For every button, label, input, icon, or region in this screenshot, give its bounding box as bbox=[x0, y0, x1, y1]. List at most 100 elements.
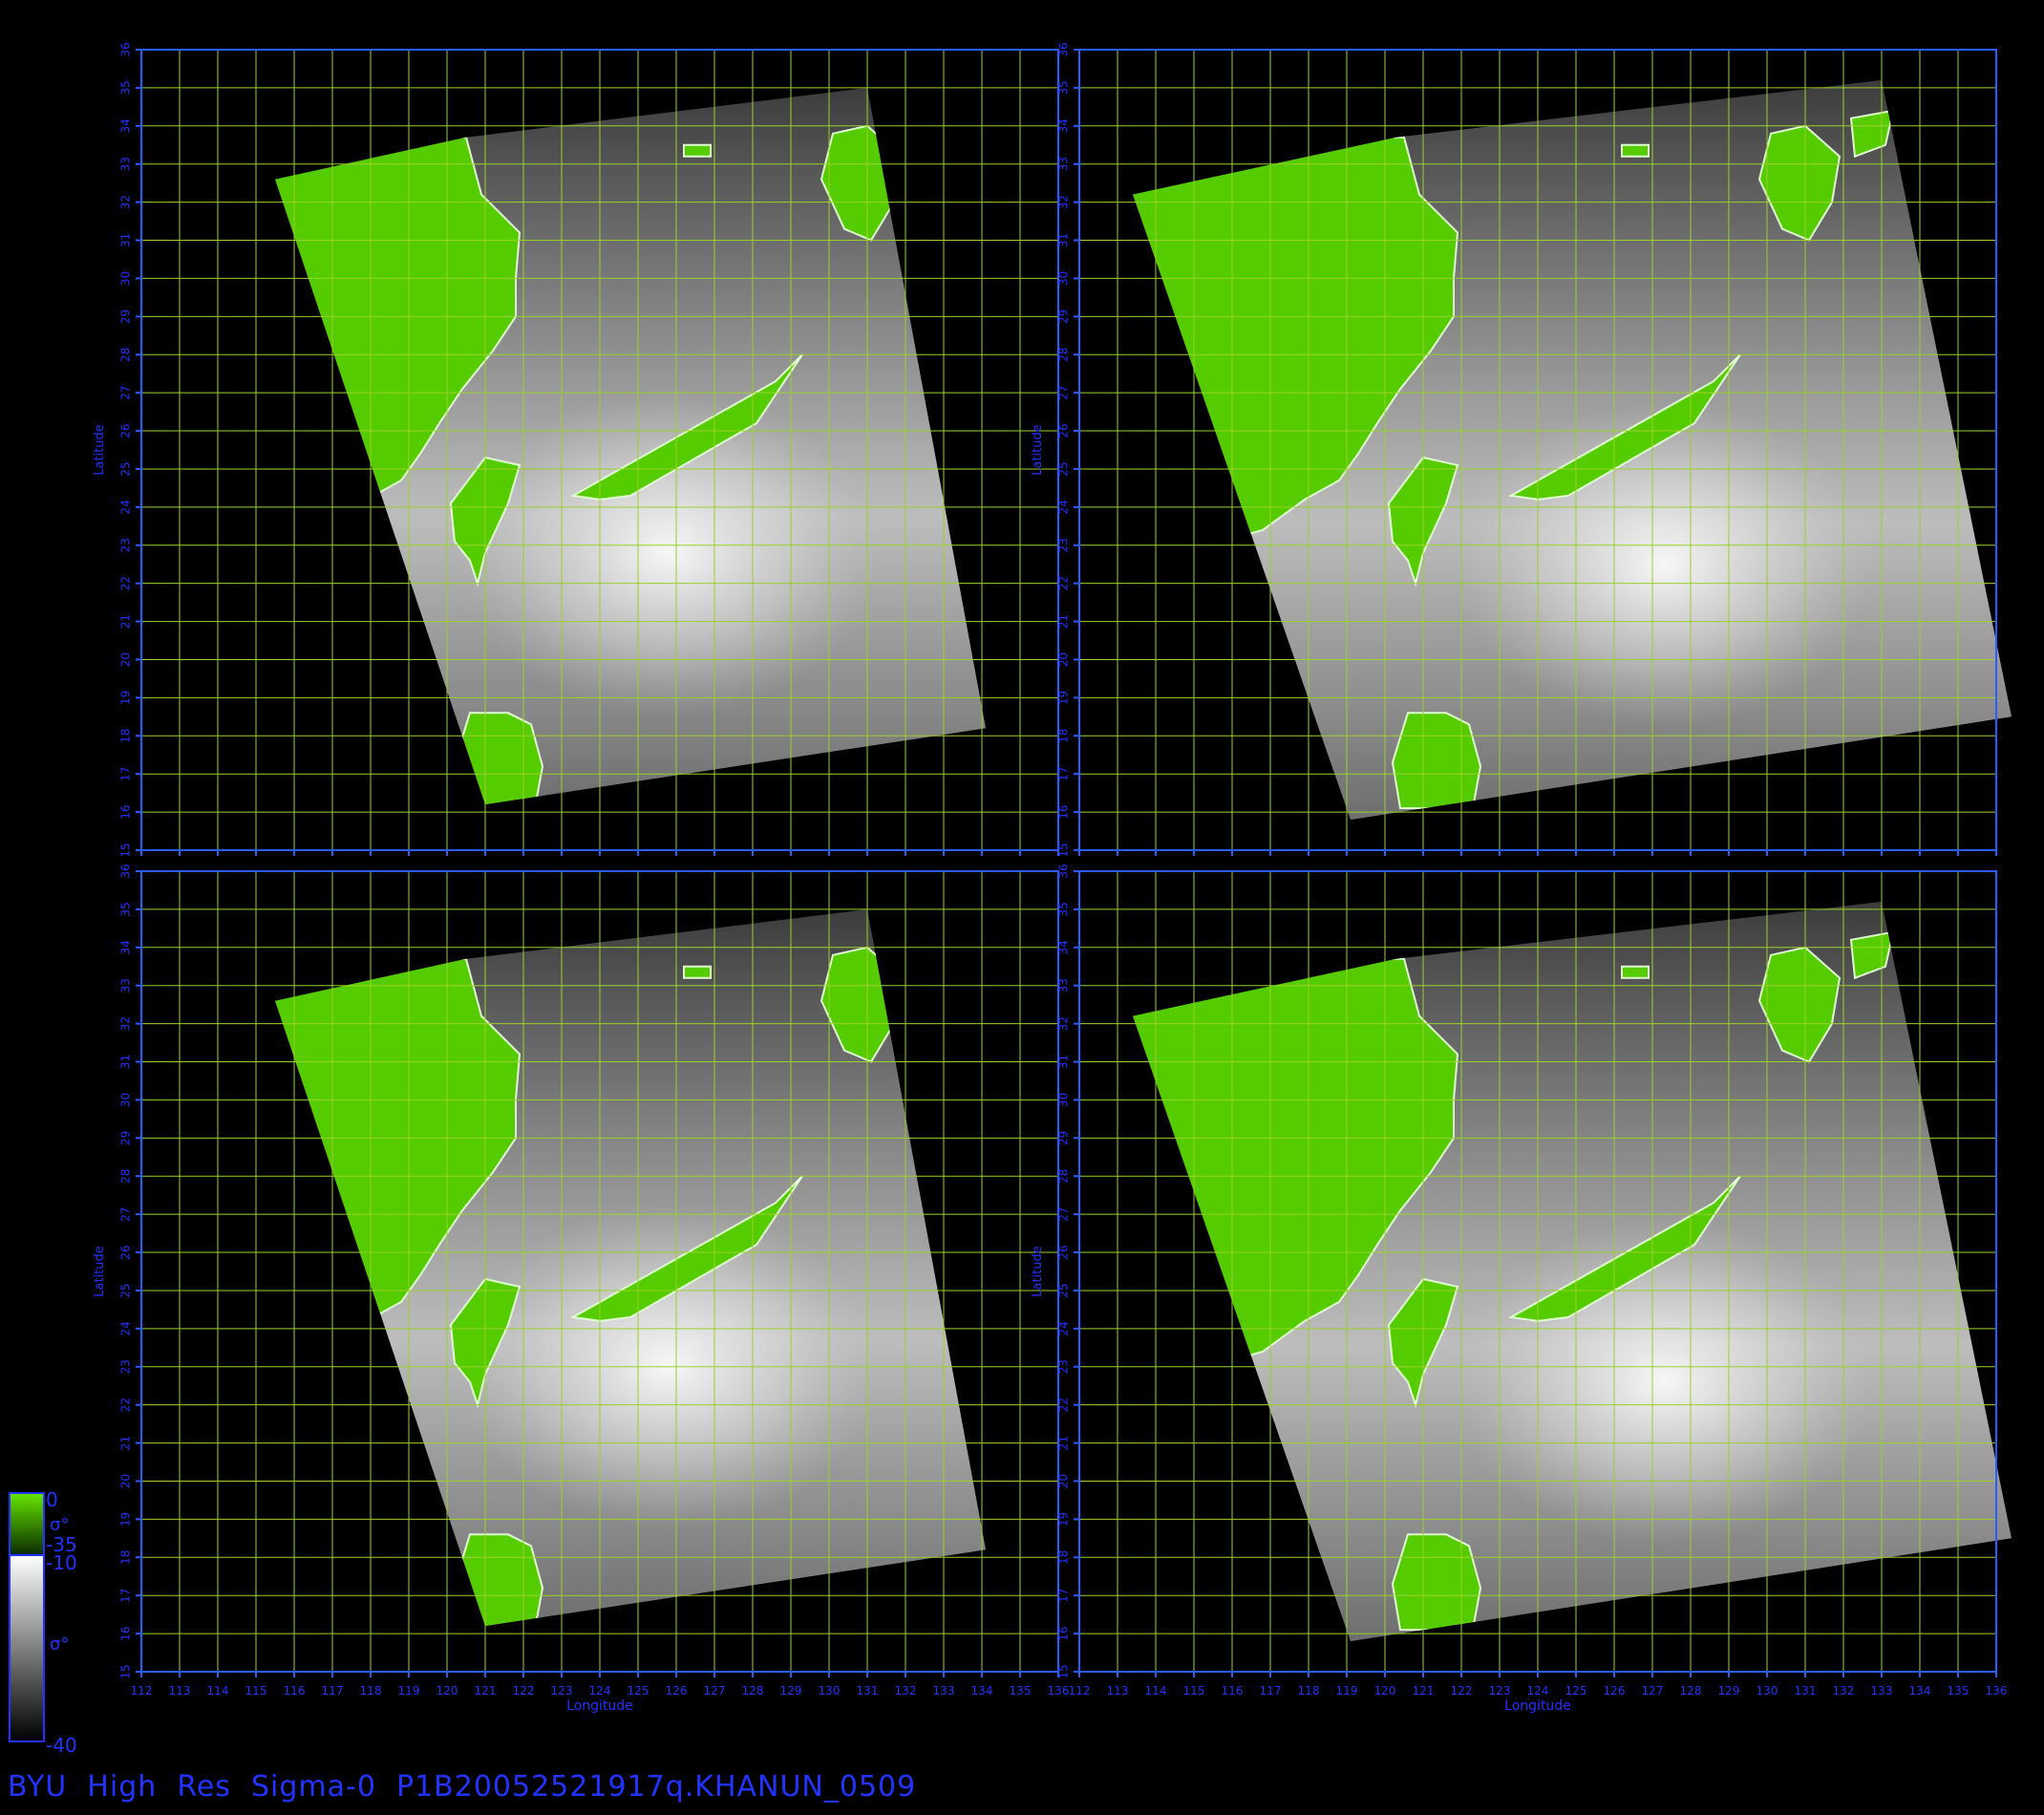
latitude-tick-label: 17 bbox=[119, 1589, 133, 1603]
latitude-tick-label: 20 bbox=[1057, 1474, 1071, 1488]
latitude-tick-label: 34 bbox=[119, 940, 133, 954]
longitude-tick-label: 122 bbox=[513, 1684, 535, 1698]
latitude-tick-label: 17 bbox=[119, 767, 133, 781]
latitude-tick-label: 26 bbox=[1057, 423, 1071, 438]
y-axis-label: Latitude bbox=[1031, 424, 1045, 476]
latitude-tick-label: 20 bbox=[119, 1474, 133, 1488]
latitude-tick-label: 17 bbox=[1057, 1589, 1071, 1603]
longitude-tick-label: 131 bbox=[1795, 1684, 1817, 1698]
latitude-tick-label: 22 bbox=[119, 576, 133, 590]
latitude-tick-label: 34 bbox=[1057, 940, 1071, 954]
latitude-tick-label: 26 bbox=[119, 423, 133, 438]
longitude-tick-label: 131 bbox=[857, 1684, 879, 1698]
latitude-tick-label: 32 bbox=[119, 1016, 133, 1031]
latitude-tick-label: 24 bbox=[1057, 1321, 1071, 1335]
latitude-tick-label: 18 bbox=[119, 1550, 133, 1565]
land-colorbar-symbol: σ° bbox=[50, 1515, 69, 1535]
latitude-tick-label: 28 bbox=[1057, 348, 1071, 362]
latitude-tick-label: 19 bbox=[1057, 1512, 1071, 1527]
latitude-tick-label: 18 bbox=[1057, 729, 1071, 743]
latitude-tick-label: 36 bbox=[119, 42, 133, 56]
longitude-tick-labels: 112 113 114 115 116 117 118 119 120 121 122 123 124 1… bbox=[131, 1684, 1070, 1698]
latitude-tick-label: 31 bbox=[1057, 233, 1071, 247]
latitude-tick-label: 18 bbox=[1057, 1550, 1071, 1565]
latitude-tick-label: 27 bbox=[119, 386, 133, 400]
latitude-tick-label: 16 bbox=[119, 1626, 133, 1640]
longitude-tick-label: 128 bbox=[742, 1684, 764, 1698]
latitude-tick-label: 23 bbox=[1057, 1359, 1071, 1374]
latitude-tick-label: 26 bbox=[119, 1245, 133, 1259]
longitude-tick-label: 116 bbox=[1222, 1684, 1244, 1698]
land-jeju bbox=[1621, 143, 1650, 158]
ocean-colorbar-bottom-label: -40 bbox=[46, 1734, 77, 1757]
latitude-tick-label: 23 bbox=[1057, 538, 1071, 552]
latitude-tick-label: 33 bbox=[119, 978, 133, 993]
latitude-tick-label: 26 bbox=[1057, 1245, 1071, 1259]
latitude-tick-label: 21 bbox=[119, 614, 133, 629]
latitude-tick-label: 30 bbox=[1057, 271, 1071, 286]
latitude-tick-label: 36 bbox=[1057, 864, 1071, 878]
latitude-tick-labels: 15 16 17 18 19 20 21 22 23 24 25 26 27 28 29 30 31 32 33 34… bbox=[119, 864, 133, 1678]
longitude-tick-label: 125 bbox=[628, 1684, 649, 1698]
latitude-tick-label: 24 bbox=[119, 500, 133, 514]
longitude-tick-label: 118 bbox=[360, 1684, 382, 1698]
latitude-tick-label: 28 bbox=[119, 348, 133, 362]
typhoon-wind-field bbox=[458, 390, 879, 715]
longitude-tick-label: 136 bbox=[1986, 1684, 2008, 1698]
longitude-tick-label: 112 bbox=[131, 1684, 153, 1698]
typhoon-wind-field bbox=[1454, 1219, 1874, 1545]
land-shikoku bbox=[911, 109, 957, 159]
longitude-tick-label: 116 bbox=[284, 1684, 306, 1698]
longitude-tick-label: 114 bbox=[1145, 1684, 1167, 1698]
latitude-tick-label: 35 bbox=[1057, 902, 1071, 916]
latitude-tick-label: 25 bbox=[119, 461, 133, 476]
latitude-tick-label: 31 bbox=[119, 1055, 133, 1069]
longitude-tick-label: 122 bbox=[1451, 1684, 1473, 1698]
latitude-tick-label: 34 bbox=[119, 118, 133, 133]
map-panel-top-right: 15 16 17 18 19 20 21 22 23 24 25 26 27 28 29 30 31 32 33 34… bbox=[1031, 42, 2012, 858]
x-axis-label: Longitude bbox=[1504, 1698, 1571, 1714]
longitude-tick-label: 128 bbox=[1680, 1684, 1702, 1698]
latitude-tick-label: 29 bbox=[119, 1131, 133, 1145]
longitude-tick-label: 113 bbox=[1107, 1684, 1129, 1698]
land-jeju bbox=[683, 143, 712, 158]
latitude-tick-label: 35 bbox=[119, 80, 133, 95]
x-axis-label: Longitude bbox=[566, 1698, 633, 1714]
latitude-tick-label: 22 bbox=[1057, 576, 1071, 590]
latitude-tick-label: 33 bbox=[1057, 978, 1071, 993]
latitude-tick-label: 30 bbox=[1057, 1093, 1071, 1107]
longitude-tick-label: 114 bbox=[207, 1684, 229, 1698]
longitude-tick-label: 127 bbox=[704, 1684, 726, 1698]
land-luzon bbox=[453, 1533, 544, 1627]
longitude-tick-label: 134 bbox=[971, 1684, 993, 1698]
latitude-tick-label: 21 bbox=[1057, 1436, 1071, 1450]
typhoon-wind-field bbox=[1454, 401, 1874, 727]
longitude-tick-label: 120 bbox=[436, 1684, 458, 1698]
latitude-tick-label: 16 bbox=[1057, 1626, 1071, 1640]
latitude-tick-labels: 15 16 17 18 19 20 21 22 23 24 25 26 27 28 29 30 31 32 33 34… bbox=[119, 42, 133, 857]
longitude-tick-label: 130 bbox=[1757, 1684, 1778, 1698]
map-panel-bottom-left: 15 16 17 18 19 20 21 22 23 24 25 26 27 28 29 30 31 32 33 34… bbox=[93, 864, 1069, 1714]
map-panels: 15 16 17 18 19 20 21 22 23 24 25 26 27 28 29 30 31 32 33 34… bbox=[93, 42, 2012, 1714]
longitude-tick-label: 134 bbox=[1909, 1684, 1931, 1698]
land-shikoku bbox=[911, 930, 957, 980]
latitude-tick-label: 31 bbox=[119, 233, 133, 247]
longitude-tick-label: 113 bbox=[169, 1684, 191, 1698]
latitude-tick-label: 19 bbox=[1057, 691, 1071, 705]
latitude-tick-label: 24 bbox=[1057, 500, 1071, 514]
latitude-tick-label: 33 bbox=[119, 157, 133, 171]
latitude-tick-label: 36 bbox=[1057, 42, 1071, 56]
longitude-tick-label: 133 bbox=[1871, 1684, 1893, 1698]
land-jeju bbox=[1621, 965, 1650, 979]
latitude-tick-label: 15 bbox=[119, 1664, 133, 1678]
latitude-tick-label: 35 bbox=[119, 902, 133, 916]
latitude-tick-label: 15 bbox=[1057, 1664, 1071, 1678]
latitude-tick-label: 32 bbox=[1057, 1016, 1071, 1031]
longitude-tick-label: 135 bbox=[1010, 1684, 1032, 1698]
latitude-tick-label: 34 bbox=[1057, 118, 1071, 133]
y-axis-label: Latitude bbox=[93, 1246, 107, 1297]
map-panel-top-left: 15 16 17 18 19 20 21 22 23 24 25 26 27 28 29 30 31 32 33 34… bbox=[93, 42, 1059, 858]
longitude-tick-label: 123 bbox=[1489, 1684, 1511, 1698]
latitude-tick-label: 17 bbox=[1057, 767, 1071, 781]
longitude-tick-label: 136 bbox=[1048, 1684, 1070, 1698]
